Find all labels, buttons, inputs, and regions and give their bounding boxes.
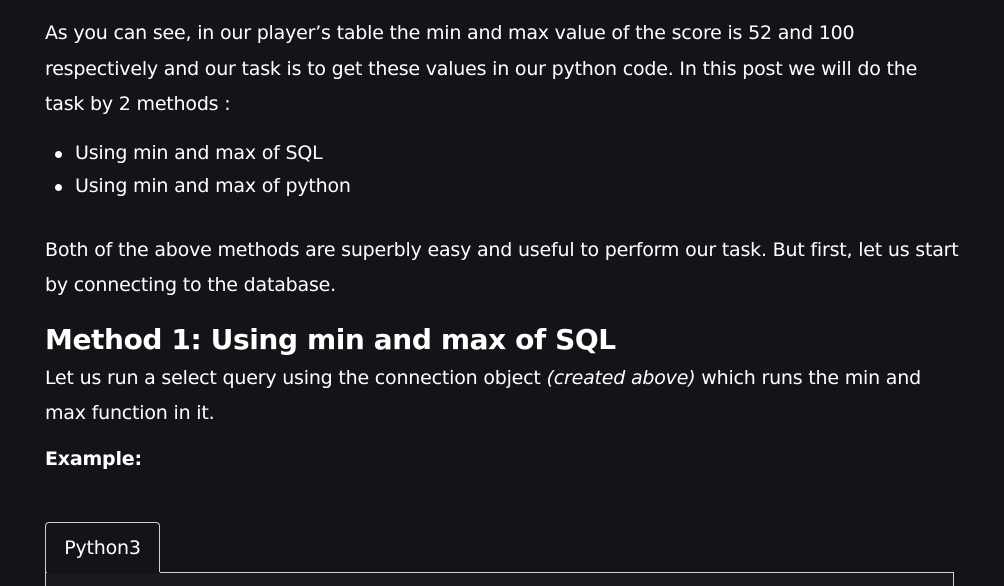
methods-list: Using min and max of SQL Using min and m… <box>45 137 959 203</box>
list-item: Using min and max of python <box>45 170 959 203</box>
list-item-label: Using min and max of python <box>75 174 351 197</box>
bullet-icon <box>55 150 62 158</box>
code-panel <box>45 572 954 586</box>
section-heading: Method 1: Using min and max of SQL <box>45 322 616 356</box>
article-content: As you can see, in our player’s table th… <box>0 0 1004 586</box>
intro-paragraph: As you can see, in our player’s table th… <box>45 22 918 115</box>
method1-description-text: Let us run a select query using the conn… <box>45 366 547 389</box>
bullet-icon <box>55 183 62 191</box>
method1-description-emphasis: (created above) <box>546 366 696 389</box>
list-item-label: Using min and max of SQL <box>75 141 323 164</box>
tab-python3[interactable]: Python3 <box>45 522 160 572</box>
list-item: Using min and max of SQL <box>45 137 959 170</box>
methods-summary-paragraph: Both of the above methods are superbly e… <box>45 238 959 297</box>
method1-description: Let us run a select query using the conn… <box>45 361 959 432</box>
example-label: Example: <box>45 447 142 470</box>
code-tabs: Python3 <box>45 522 954 586</box>
